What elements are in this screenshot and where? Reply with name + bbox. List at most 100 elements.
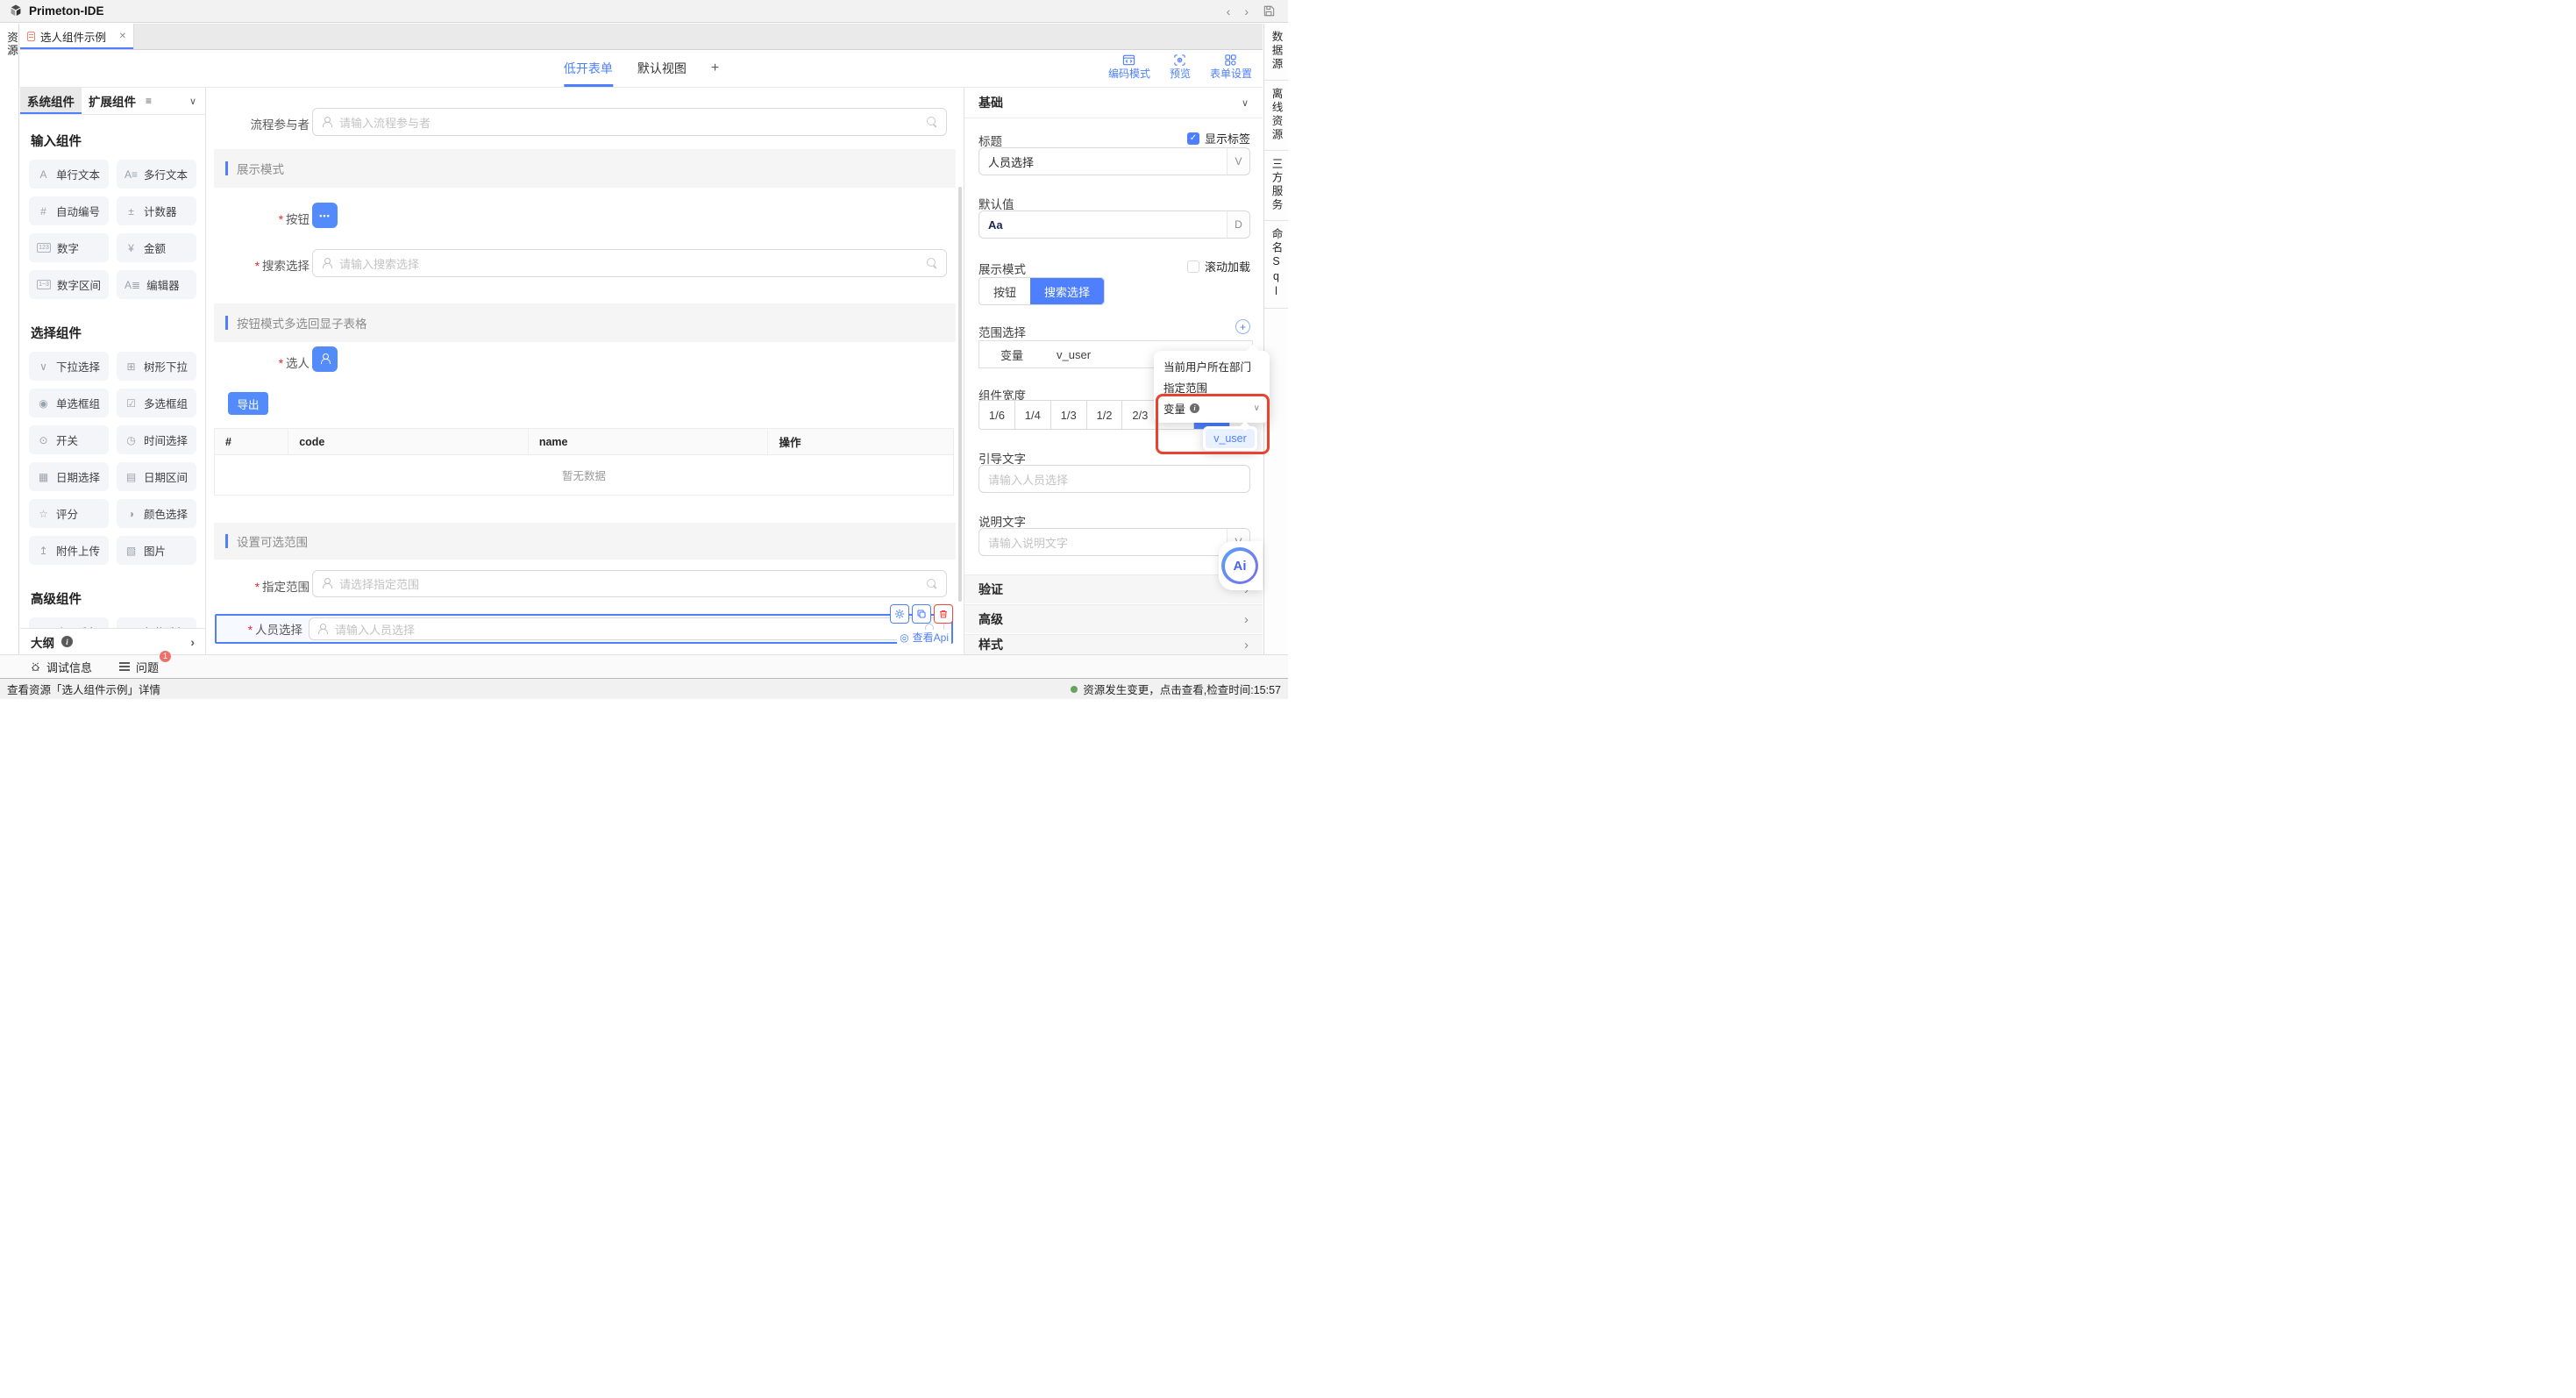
dropdown-option-assigned-range[interactable]: 指定范围 bbox=[1154, 376, 1270, 397]
component-org-select[interactable]: ⊟机构选择 bbox=[117, 617, 196, 628]
properties-section-advanced[interactable]: 高级› bbox=[964, 604, 1263, 633]
result-table: # code name 操作 暂无数据 bbox=[214, 428, 954, 496]
participant-input[interactable]: 请输入流程参与者 bbox=[312, 108, 947, 136]
desc-text-input[interactable]: 请输入说明文字 V bbox=[978, 528, 1250, 556]
dropdown-option-current-dept[interactable]: 当前用户所在部门 bbox=[1154, 355, 1270, 376]
field-copy-button[interactable] bbox=[912, 604, 931, 624]
component-date-picker[interactable]: ▦日期选择 bbox=[29, 462, 109, 491]
switch-icon: ⊙ bbox=[37, 434, 50, 446]
width-option[interactable]: 1/2 bbox=[1087, 401, 1123, 429]
field-delete-button[interactable] bbox=[934, 604, 953, 624]
scroll-load-checkbox[interactable]: 滚动加载 bbox=[1187, 258, 1250, 275]
checkbox-checked-icon: ✓ bbox=[1187, 132, 1199, 145]
range-value: v_user bbox=[1057, 348, 1091, 361]
document-tab[interactable]: 选人组件示例 ✕ bbox=[20, 24, 134, 49]
guide-text-input[interactable]: 请输入人员选择 bbox=[978, 465, 1250, 493]
dropdown-option-variable[interactable]: 变量 i ∨ bbox=[1154, 397, 1270, 418]
preview-button[interactable]: 预览 bbox=[1170, 53, 1191, 80]
component-radio-group[interactable]: ◉单选框组 bbox=[29, 389, 109, 417]
dropdown-option-v-user[interactable]: v_user bbox=[1206, 429, 1255, 448]
mode-option-search-select[interactable]: 搜索选择 bbox=[1030, 278, 1104, 304]
properties-section-basic[interactable]: 基础 ∨ bbox=[964, 88, 1263, 118]
tab-default-view[interactable]: 默认视图 bbox=[637, 50, 687, 87]
component-color-picker[interactable]: ◑颜色选择 bbox=[117, 499, 196, 528]
nav-back-icon[interactable]: ‹ bbox=[1227, 5, 1231, 18]
component-single-text[interactable]: A单行文本 bbox=[29, 160, 109, 189]
component-time-picker[interactable]: ◷时间选择 bbox=[117, 425, 196, 454]
width-option[interactable]: 1/4 bbox=[1015, 401, 1051, 429]
title-input[interactable]: 人员选择 V bbox=[978, 147, 1250, 175]
person-select-input[interactable]: 请输入人员选择 bbox=[309, 617, 944, 640]
component-person-select[interactable]: ○人员选择 bbox=[29, 617, 109, 628]
component-auto-number[interactable]: #自动编号 bbox=[29, 196, 109, 225]
problems-button[interactable]: 问题 1 bbox=[118, 659, 159, 675]
component-image[interactable]: ▧图片 bbox=[117, 536, 196, 565]
document-icon bbox=[27, 32, 35, 41]
right-side-strip: 数据源 离线资源 三方服务 命名Sql bbox=[1263, 24, 1288, 654]
col-code: code bbox=[288, 429, 529, 454]
component-attachment-upload[interactable]: ↥附件上传 bbox=[29, 536, 109, 565]
width-option[interactable]: 1/6 bbox=[979, 401, 1015, 429]
close-tab-icon[interactable]: ✕ bbox=[119, 32, 126, 41]
add-range-icon[interactable]: + bbox=[1235, 319, 1250, 334]
variable-suffix-button[interactable]: V bbox=[1227, 148, 1249, 175]
form-settings-icon bbox=[1224, 53, 1237, 67]
document-tab-label: 选人组件示例 bbox=[40, 28, 106, 45]
chevron-right-icon: › bbox=[1244, 638, 1249, 653]
ai-assistant-button[interactable]: Ai bbox=[1221, 547, 1258, 584]
debug-info-button[interactable]: 调试信息 bbox=[30, 659, 92, 675]
selected-person-field[interactable]: *人员选择 请输入人员选择 ◎ 查看Api bbox=[215, 614, 953, 644]
sidebar-item-offline-resources[interactable]: 离线资源 bbox=[1264, 81, 1288, 151]
component-switch[interactable]: ⊙开关 bbox=[29, 425, 109, 454]
pick-person-button[interactable] bbox=[312, 346, 338, 372]
sidebar-item-named-sql[interactable]: 命名Sql bbox=[1264, 221, 1288, 309]
code-mode-icon bbox=[1122, 53, 1135, 67]
show-label-checkbox[interactable]: ✓ 显示标签 bbox=[1187, 130, 1250, 146]
add-view-button[interactable]: + bbox=[711, 50, 719, 87]
mode-option-button[interactable]: 按钮 bbox=[979, 278, 1030, 304]
component-number-range[interactable]: 1~3数字区间 bbox=[29, 270, 109, 299]
tab-system-components[interactable]: 系统组件 bbox=[20, 88, 82, 114]
nav-forward-icon[interactable]: › bbox=[1244, 5, 1249, 18]
tab-extended-components[interactable]: 扩展组件 bbox=[82, 88, 143, 114]
field-label-search-select: *搜索选择 bbox=[207, 256, 310, 274]
sidebar-item-datasource[interactable]: 数据源 bbox=[1264, 24, 1288, 81]
outline-row[interactable]: 大纲 i › bbox=[20, 628, 205, 654]
view-api-link[interactable]: ◎ 查看Api bbox=[897, 630, 951, 645]
component-rating[interactable]: ☆评分 bbox=[29, 499, 109, 528]
component-checkbox-group[interactable]: ☑多选框组 bbox=[117, 389, 196, 417]
component-number[interactable]: 123数字 bbox=[29, 233, 109, 262]
export-button[interactable]: 导出 bbox=[228, 392, 268, 415]
properties-section-validation[interactable]: 验证› bbox=[964, 574, 1263, 603]
sidebar-item-resources[interactable]: 资源 bbox=[0, 32, 18, 57]
save-icon[interactable] bbox=[1263, 4, 1276, 18]
tab-lowcode-form[interactable]: 低开表单 bbox=[564, 50, 613, 87]
component-editor[interactable]: A≣编辑器 bbox=[117, 270, 196, 299]
component-tree-dropdown[interactable]: ⊞树形下拉 bbox=[117, 352, 196, 381]
component-amount[interactable]: ¥金额 bbox=[117, 233, 196, 262]
component-dropdown[interactable]: ∨下拉选择 bbox=[29, 352, 109, 381]
person-icon bbox=[322, 117, 332, 128]
code-mode-button[interactable]: 编码模式 bbox=[1108, 53, 1150, 80]
component-multi-text[interactable]: A≡多行文本 bbox=[117, 160, 196, 189]
properties-section-style[interactable]: 样式› bbox=[964, 634, 1263, 654]
default-value-input[interactable]: Aa D bbox=[978, 210, 1250, 239]
component-date-range[interactable]: ▤日期区间 bbox=[117, 462, 196, 491]
panel-menu-icon[interactable]: ≡ bbox=[143, 88, 154, 114]
width-option[interactable]: 1/3 bbox=[1051, 401, 1087, 429]
data-suffix-button[interactable]: D bbox=[1227, 211, 1249, 238]
multi-text-icon: A≡ bbox=[125, 168, 138, 181]
search-select-input[interactable]: 请输入搜索选择 bbox=[312, 249, 947, 277]
picker-ellipsis-button[interactable]: ••• bbox=[312, 203, 338, 228]
field-settings-button[interactable] bbox=[890, 604, 909, 624]
search-icon bbox=[927, 258, 937, 268]
field-label-button: *按钮 bbox=[207, 210, 310, 227]
resource-change-notice[interactable]: 资源发生变更，点击查看,检查时间:15:57 bbox=[1071, 681, 1281, 697]
form-settings-button[interactable]: 表单设置 bbox=[1210, 53, 1252, 80]
ai-icon: Ai bbox=[1225, 551, 1256, 581]
sidebar-item-thirdparty-services[interactable]: 三方服务 bbox=[1264, 151, 1288, 221]
component-counter[interactable]: ±计数器 bbox=[117, 196, 196, 225]
assigned-range-input[interactable]: 请选择指定范围 bbox=[312, 570, 947, 597]
canvas-scrollbar[interactable] bbox=[958, 187, 962, 602]
panel-collapse-icon[interactable]: ∨ bbox=[189, 88, 196, 114]
